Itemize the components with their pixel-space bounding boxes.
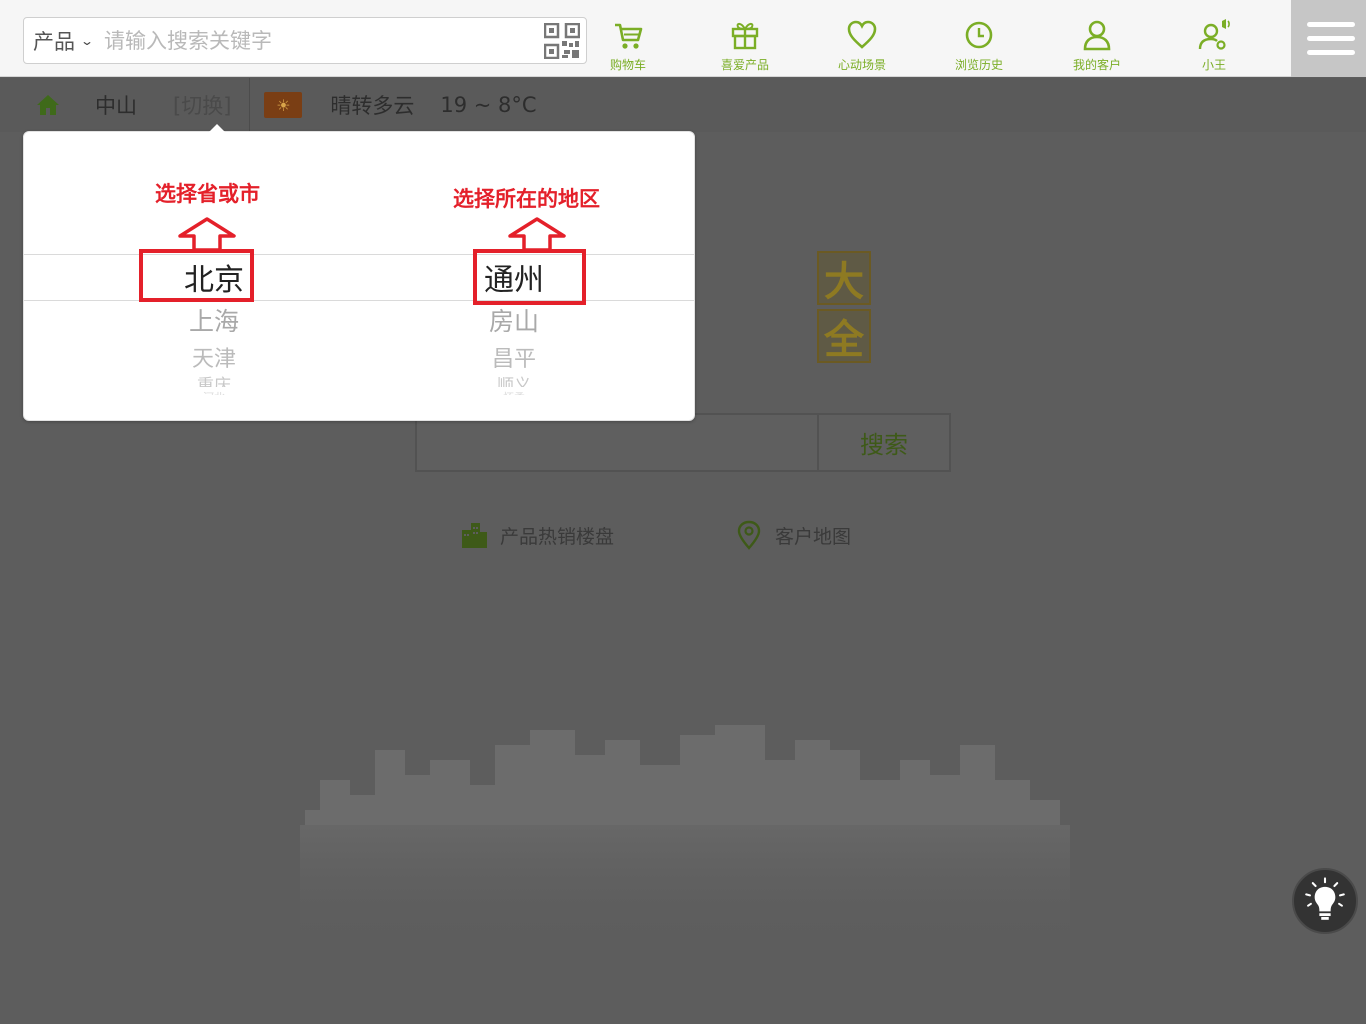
annotation-right: 选择所在的地区	[453, 187, 600, 211]
buildings-icon	[462, 523, 487, 548]
district-option[interactable]: 顺义	[434, 371, 594, 387]
current-city: 中山	[95, 94, 137, 118]
hot-buildings-label: 产品热销楼盘	[500, 525, 615, 548]
home-icon[interactable]	[36, 93, 60, 117]
nav-cart[interactable]: 购物车	[583, 18, 673, 73]
region-picker-popover: 北京 上海 天津 重庆 河北 通州 房山 昌平 顺义 怀柔 选择省或市 选择所在…	[23, 124, 695, 421]
nav-history-label: 浏览历史	[954, 58, 1003, 72]
cart-icon	[615, 23, 643, 49]
district-option[interactable]: 房山	[434, 302, 594, 338]
menu-bar-icon	[1307, 36, 1355, 41]
search-category-select[interactable]: 产品 ⌄	[24, 26, 104, 56]
temperature-text: 19 ~ 8°C	[440, 93, 537, 117]
province-option[interactable]: 河北	[134, 389, 294, 395]
switch-city-link[interactable]: [切换]	[173, 90, 231, 120]
city-skyline-image	[300, 725, 1070, 950]
map-pin-icon	[737, 520, 761, 550]
nav-customers[interactable]: 我的客户	[1052, 18, 1142, 73]
gift-icon	[731, 22, 759, 50]
user-settings-icon	[1198, 19, 1230, 50]
province-option[interactable]: 上海	[134, 302, 294, 338]
district-option[interactable]: 昌平	[434, 341, 594, 373]
search-input[interactable]	[104, 20, 534, 61]
customer-map-label: 客户地图	[775, 525, 852, 548]
weather-text: 晴转多云	[330, 94, 415, 118]
qr-code-icon[interactable]	[544, 23, 580, 59]
heart-icon	[847, 20, 877, 49]
menu-bar-icon	[1307, 50, 1355, 55]
top-bar: 产品 ⌄ 购物车	[0, 0, 1366, 77]
location-bar: 中山 [切换] ☀ 晴转多云 19 ~ 8°C	[0, 78, 1366, 132]
search-category-label: 产品	[33, 29, 75, 54]
clock-icon	[965, 21, 993, 49]
province-option[interactable]: 重庆	[134, 371, 294, 387]
nav-scenes[interactable]: 心动场景	[817, 18, 907, 73]
district-option[interactable]: 怀柔	[434, 389, 594, 395]
nav-favorites[interactable]: 喜爱产品	[700, 18, 790, 73]
sun-icon: ☀	[264, 92, 303, 118]
lightbulb-icon	[1305, 877, 1345, 920]
nav-account[interactable]: 小王	[1169, 18, 1259, 73]
nav-scenes-label: 心动场景	[837, 58, 886, 72]
province-option[interactable]: 天津	[134, 341, 294, 373]
chevron-down-icon: ⌄	[79, 33, 95, 48]
menu-button[interactable]	[1291, 0, 1366, 77]
search-bar: 产品 ⌄	[23, 17, 587, 64]
nav-customers-label: 我的客户	[1072, 58, 1121, 72]
customer-map-link[interactable]: 客户地图	[735, 520, 851, 550]
logo-tile: 全	[817, 309, 871, 363]
annotation-highlight-box	[139, 249, 254, 302]
nav-cart-label: 购物车	[609, 58, 646, 72]
nav-favorites-label: 喜爱产品	[720, 58, 769, 72]
main-search-box[interactable]: 搜索	[415, 413, 951, 472]
user-icon	[1083, 20, 1111, 51]
menu-bar-icon	[1307, 22, 1355, 27]
tips-button[interactable]	[1292, 868, 1358, 934]
popover-arrow	[209, 124, 225, 132]
annotation-left: 选择省或市	[155, 182, 260, 206]
logo-tile: 大	[817, 251, 871, 305]
annotation-arrow-icon	[178, 217, 236, 252]
hot-buildings-link[interactable]: 产品热销楼盘	[460, 520, 614, 550]
nav-account-label: 小王	[1201, 58, 1226, 72]
annotation-arrow-icon	[508, 217, 566, 252]
divider	[249, 78, 251, 132]
selection-line-bottom	[24, 300, 694, 301]
main-search-button[interactable]: 搜索	[817, 415, 949, 470]
nav-history[interactable]: 浏览历史	[934, 18, 1024, 73]
annotation-highlight-box	[473, 249, 586, 305]
